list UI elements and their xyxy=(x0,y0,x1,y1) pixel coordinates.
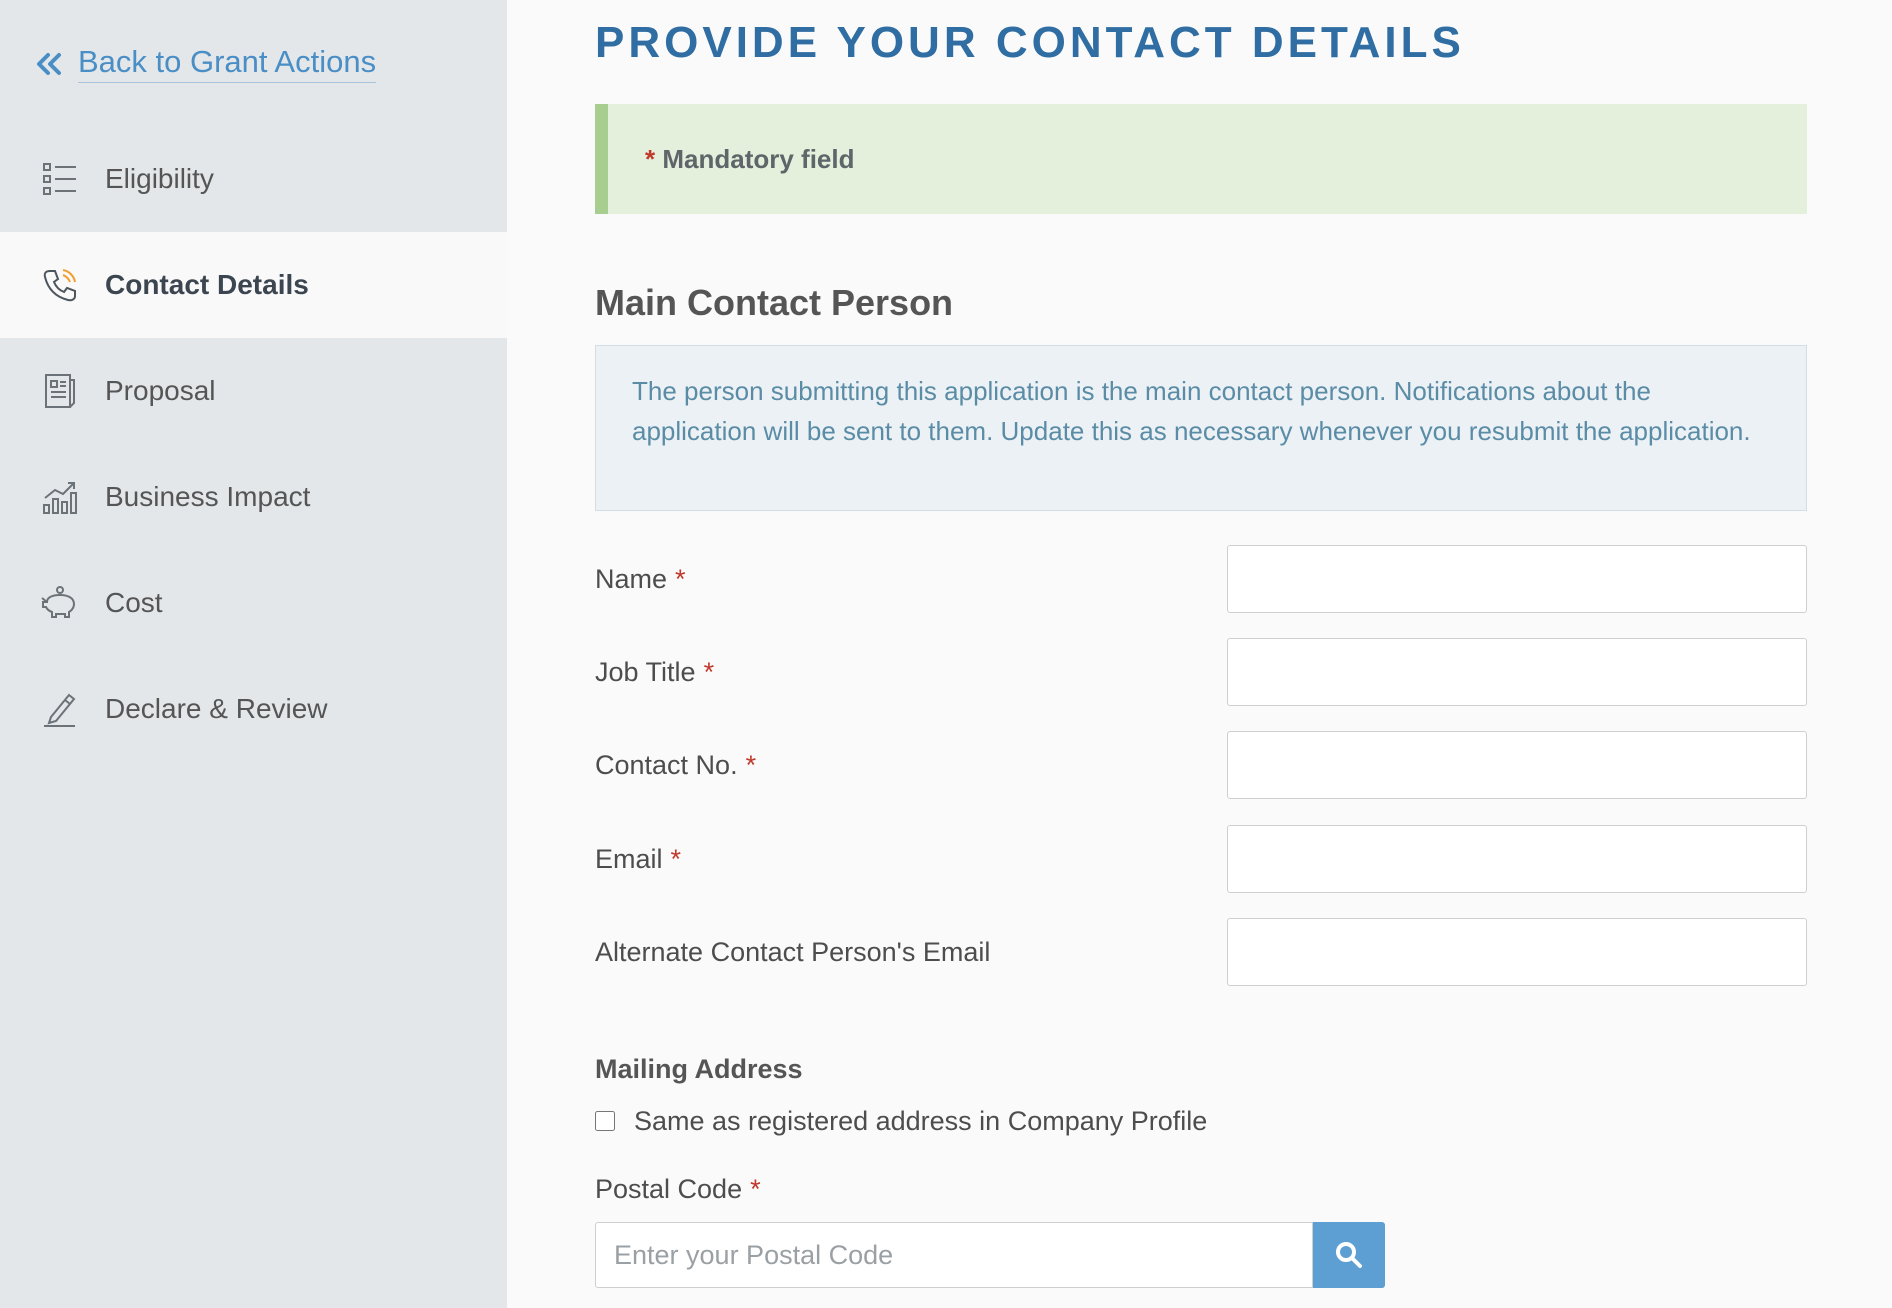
required-marker: * xyxy=(670,843,682,874)
required-marker: * xyxy=(675,563,686,594)
pen-icon xyxy=(40,689,80,729)
sidebar-item-proposal[interactable]: Proposal xyxy=(0,338,507,444)
double-chevron-left-icon xyxy=(37,52,61,75)
email-input[interactable] xyxy=(1227,825,1807,893)
sidebar-item-label: Cost xyxy=(105,587,163,618)
back-link-label: Back to Grant Actions xyxy=(78,44,377,83)
piggy-bank-icon xyxy=(40,583,80,623)
sidebar-item-label: Declare & Review xyxy=(105,693,328,724)
postal-code-input[interactable] xyxy=(595,1222,1313,1288)
postal-code-label: Postal Code * xyxy=(595,1174,761,1204)
field-row-email: Email * xyxy=(595,825,1807,893)
sidebar-item-declare-review[interactable]: Declare & Review xyxy=(0,656,507,762)
field-row-alternate-email: Alternate Contact Person's Email xyxy=(595,918,1807,986)
required-marker: * xyxy=(703,656,715,687)
alternate-email-input[interactable] xyxy=(1227,918,1807,986)
field-row-name: Name * xyxy=(595,545,1807,613)
job-title-label: Job Title * xyxy=(595,656,715,687)
search-icon xyxy=(1336,1242,1362,1268)
sidebar-item-business-impact[interactable]: Business Impact xyxy=(0,444,507,550)
required-marker: * xyxy=(750,1174,761,1204)
sidebar-item-cost[interactable]: Cost xyxy=(0,550,507,656)
sidebar-item-label: Eligibility xyxy=(105,163,214,194)
sidebar-nav: Eligibility Contact Details Proposal Bus… xyxy=(0,126,507,762)
info-box: The person submitting this application i… xyxy=(595,345,1807,511)
required-marker: * xyxy=(745,749,757,780)
email-label: Email * xyxy=(595,843,682,874)
postal-search-button[interactable] xyxy=(1313,1222,1385,1288)
mailing-address-title: Mailing Address xyxy=(595,1054,803,1084)
field-row-job-title: Job Title * xyxy=(595,638,1807,706)
sidebar: Back to Grant Actions Eligibility Contac… xyxy=(0,0,507,1308)
sidebar-item-contact-details[interactable]: Contact Details xyxy=(0,232,507,338)
phone-icon xyxy=(40,265,80,305)
back-to-grant-actions-link[interactable]: Back to Grant Actions xyxy=(34,44,377,83)
chart-icon xyxy=(40,477,80,517)
mandatory-notice: * Mandatory field xyxy=(595,104,1807,214)
name-label: Name * xyxy=(595,563,686,594)
sidebar-item-label: Business Impact xyxy=(105,481,311,512)
same-address-checkbox[interactable] xyxy=(595,1111,615,1131)
contact-no-label: Contact No. * xyxy=(595,749,757,780)
job-title-input[interactable] xyxy=(1227,638,1807,706)
same-address-row[interactable]: Same as registered address in Company Pr… xyxy=(595,1104,1207,1138)
contact-no-input[interactable] xyxy=(1227,731,1807,799)
list-icon xyxy=(40,159,80,199)
alternate-email-label: Alternate Contact Person's Email xyxy=(595,936,991,967)
field-row-contact-no: Contact No. * xyxy=(595,731,1807,799)
sidebar-item-eligibility[interactable]: Eligibility xyxy=(0,126,507,232)
required-marker: * xyxy=(645,143,656,174)
sidebar-item-label: Proposal xyxy=(105,375,216,406)
document-icon xyxy=(40,371,80,411)
name-input[interactable] xyxy=(1227,545,1807,613)
section-title: Main Contact Person xyxy=(595,282,954,323)
sidebar-item-label: Contact Details xyxy=(105,269,309,300)
same-address-label: Same as registered address in Company Pr… xyxy=(634,1105,1208,1136)
mandatory-note: Mandatory field xyxy=(662,143,855,174)
page-title: PROVIDE YOUR CONTACT DETAILS xyxy=(595,18,1465,67)
